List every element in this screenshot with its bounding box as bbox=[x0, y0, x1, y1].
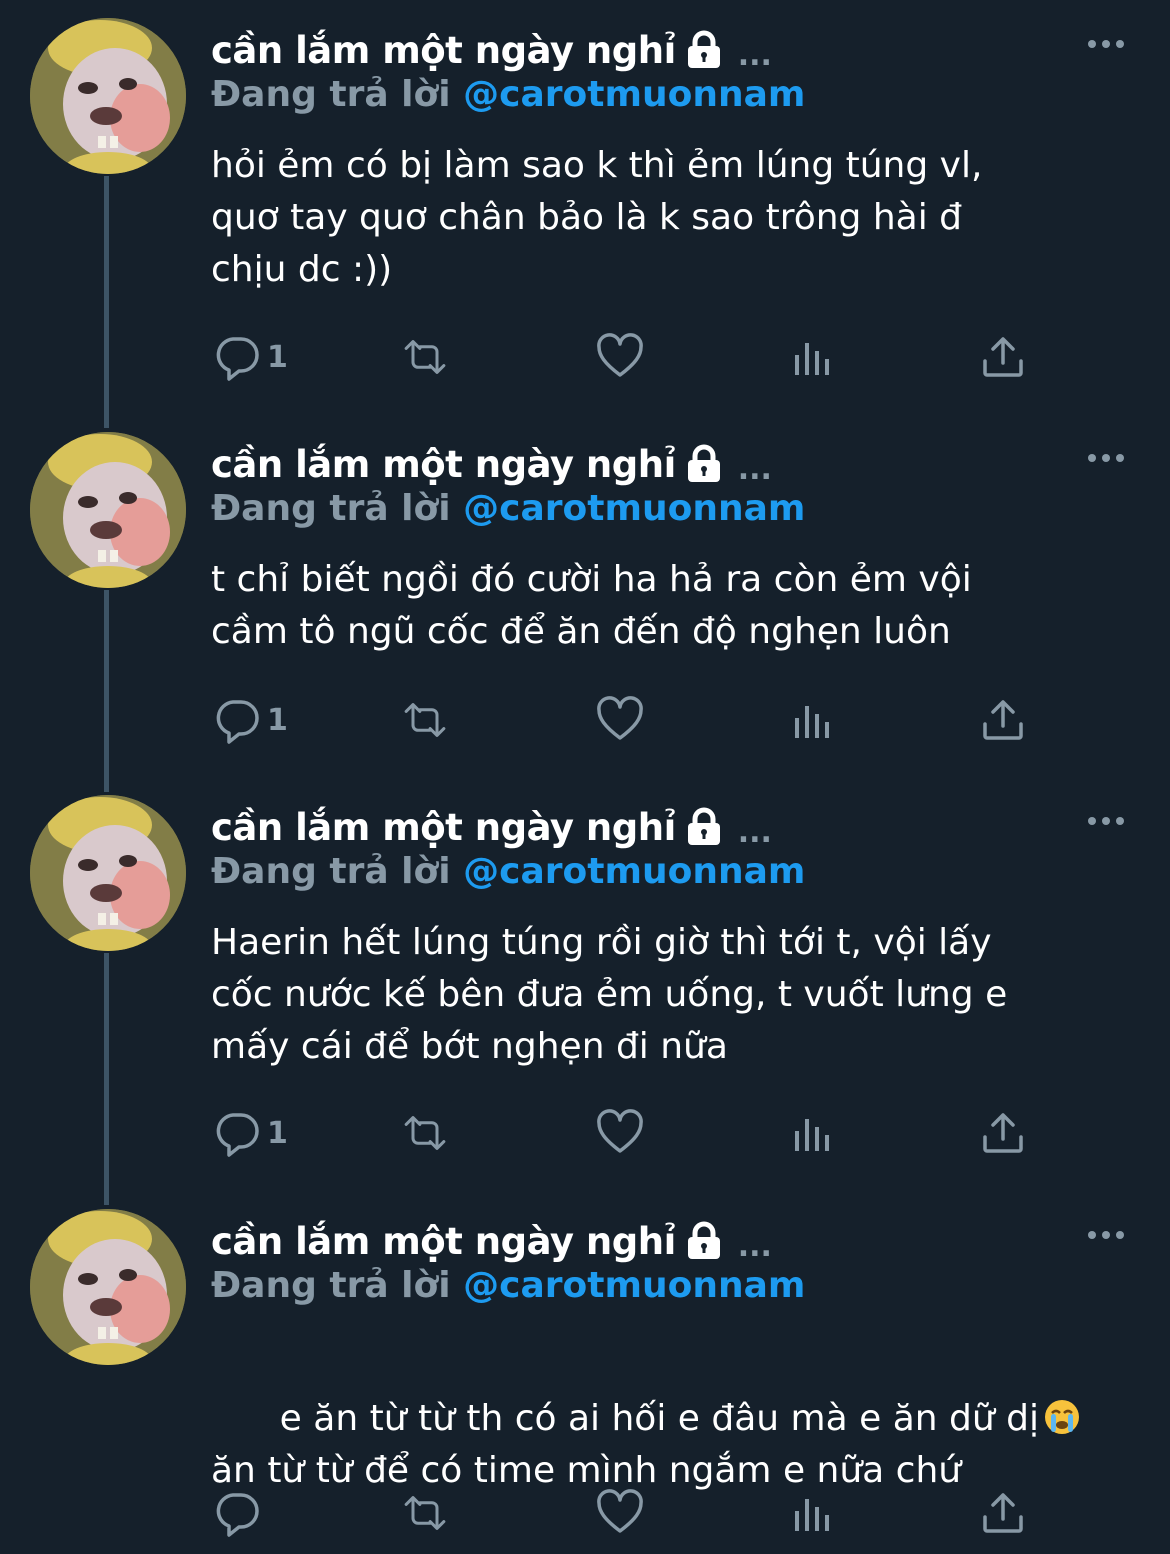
analytics-icon bbox=[795, 706, 829, 738]
analytics-icon bbox=[795, 1499, 829, 1531]
retweet-icon bbox=[404, 340, 446, 374]
analytics-icon bbox=[795, 343, 829, 375]
share-button[interactable] bbox=[979, 1483, 1027, 1543]
retweet-button[interactable] bbox=[401, 1103, 449, 1163]
display-name[interactable]: cần lắm một ngày nghỉ bbox=[211, 29, 676, 72]
analytics-button[interactable] bbox=[789, 1483, 837, 1543]
more-icon[interactable] bbox=[1086, 34, 1126, 54]
reply-handle-link[interactable]: @carotmuonnam bbox=[463, 488, 805, 529]
like-button[interactable] bbox=[596, 1103, 644, 1163]
tweet-actions: 1 bbox=[211, 690, 1041, 750]
replying-to: Đang trả lời @carotmuonnam bbox=[211, 488, 805, 536]
tweet[interactable]: cần lắm một ngày nghỉ ... Đang trả lời @… bbox=[0, 0, 1170, 415]
share-icon bbox=[983, 337, 1023, 377]
reply-button[interactable]: 1 bbox=[213, 1103, 288, 1163]
replying-to: Đang trả lời @carotmuonnam bbox=[211, 1265, 805, 1313]
avatar[interactable] bbox=[30, 432, 186, 588]
share-button[interactable] bbox=[979, 690, 1027, 750]
reply-icon bbox=[216, 1493, 259, 1537]
reply-icon bbox=[216, 1113, 259, 1157]
reply-count: 1 bbox=[267, 702, 288, 738]
tweet-text-line: e ăn từ từ th có ai hối e đâu mà e ăn dữ… bbox=[279, 1398, 1039, 1439]
reply-button[interactable]: 1 bbox=[213, 327, 288, 387]
reply-prefix: Đang trả lời bbox=[211, 1265, 451, 1306]
lock-icon bbox=[684, 1221, 724, 1261]
display-name[interactable]: cần lắm một ngày nghỉ bbox=[211, 443, 676, 486]
lock-icon bbox=[684, 807, 724, 847]
avatar[interactable] bbox=[30, 795, 186, 951]
more-icon[interactable] bbox=[1086, 448, 1126, 468]
like-icon bbox=[597, 1109, 643, 1153]
analytics-icon bbox=[795, 1119, 829, 1151]
reply-count: 1 bbox=[267, 339, 288, 375]
name-truncation: ... bbox=[737, 1228, 772, 1264]
more-icon[interactable] bbox=[1086, 1225, 1126, 1245]
lock-icon bbox=[684, 444, 724, 484]
crying-face-emoji-icon bbox=[1043, 1398, 1081, 1436]
reply-button[interactable] bbox=[213, 1483, 267, 1543]
name-truncation: ... bbox=[737, 451, 772, 487]
reply-count: 1 bbox=[267, 1115, 288, 1151]
retweet-button[interactable] bbox=[401, 327, 449, 387]
tweet-header: cần lắm một ngày nghỉ ... bbox=[211, 802, 772, 852]
reply-handle-link[interactable]: @carotmuonnam bbox=[463, 74, 805, 115]
share-button[interactable] bbox=[979, 327, 1027, 387]
share-icon bbox=[983, 700, 1023, 740]
tweet-text: Haerin hết lúng túng rồi giờ thì tới t, … bbox=[211, 922, 1008, 1067]
tweet-text: t chỉ biết ngồi đó cười ha hả ra còn ẻm … bbox=[211, 559, 972, 652]
tweet-actions: 1 bbox=[211, 1103, 1041, 1163]
share-icon bbox=[983, 1113, 1023, 1153]
like-icon bbox=[597, 333, 643, 377]
like-icon bbox=[597, 696, 643, 740]
reply-prefix: Đang trả lời bbox=[211, 488, 451, 529]
tweet-header: cần lắm một ngày nghỉ ... bbox=[211, 1216, 772, 1266]
tweet-header: cần lắm một ngày nghỉ ... bbox=[211, 25, 772, 75]
analytics-button[interactable] bbox=[789, 690, 837, 750]
like-icon bbox=[597, 1489, 643, 1533]
retweet-icon bbox=[404, 703, 446, 737]
tweet[interactable]: cần lắm một ngày nghỉ ... Đang trả lời @… bbox=[0, 1191, 1170, 1554]
tweet-text: hỏi ẻm có bị làm sao k thì ẻm lúng túng … bbox=[211, 145, 983, 290]
share-button[interactable] bbox=[979, 1103, 1027, 1163]
tweet-actions bbox=[211, 1483, 1041, 1543]
avatar[interactable] bbox=[30, 1209, 186, 1365]
analytics-button[interactable] bbox=[789, 1103, 837, 1163]
more-icon[interactable] bbox=[1086, 811, 1126, 831]
like-button[interactable] bbox=[596, 1483, 644, 1543]
reply-prefix: Đang trả lời bbox=[211, 851, 451, 892]
reply-icon bbox=[216, 337, 259, 381]
reply-button[interactable]: 1 bbox=[213, 690, 288, 750]
replying-to: Đang trả lời @carotmuonnam bbox=[211, 74, 805, 122]
retweet-icon bbox=[404, 1116, 446, 1150]
replying-to: Đang trả lời @carotmuonnam bbox=[211, 851, 805, 899]
reply-prefix: Đang trả lời bbox=[211, 74, 451, 115]
name-truncation: ... bbox=[737, 37, 772, 73]
like-button[interactable] bbox=[596, 690, 644, 750]
tweet-thread: cần lắm một ngày nghỉ ... Đang trả lời @… bbox=[0, 0, 1170, 1554]
display-name[interactable]: cần lắm một ngày nghỉ bbox=[211, 806, 676, 849]
tweet[interactable]: cần lắm một ngày nghỉ ... Đang trả lời @… bbox=[0, 777, 1170, 1191]
avatar[interactable] bbox=[30, 18, 186, 174]
reply-handle-link[interactable]: @carotmuonnam bbox=[463, 851, 805, 892]
name-truncation: ... bbox=[737, 814, 772, 850]
lock-icon bbox=[684, 30, 724, 70]
share-icon bbox=[983, 1493, 1023, 1533]
display-name[interactable]: cần lắm một ngày nghỉ bbox=[211, 1220, 676, 1263]
analytics-button[interactable] bbox=[789, 327, 837, 387]
retweet-icon bbox=[404, 1496, 446, 1530]
retweet-button[interactable] bbox=[401, 690, 449, 750]
tweet-actions: 1 bbox=[211, 327, 1041, 387]
reply-handle-link[interactable]: @carotmuonnam bbox=[463, 1265, 805, 1306]
reply-icon bbox=[216, 700, 259, 744]
tweet-header: cần lắm một ngày nghỉ ... bbox=[211, 439, 772, 489]
tweet[interactable]: cần lắm một ngày nghỉ ... Đang trả lời @… bbox=[0, 414, 1170, 778]
like-button[interactable] bbox=[596, 327, 644, 387]
retweet-button[interactable] bbox=[401, 1483, 449, 1543]
